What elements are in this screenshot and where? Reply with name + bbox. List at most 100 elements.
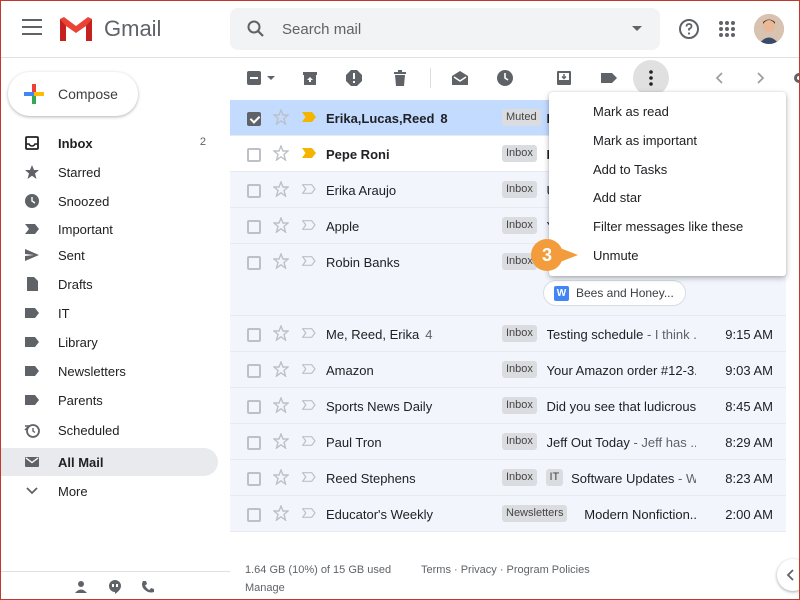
star-icon[interactable] bbox=[273, 109, 289, 125]
sender-name: Erika,Lucas,Reed 8 bbox=[326, 111, 448, 126]
label-chip[interactable]: Inbox bbox=[502, 145, 537, 162]
menu-item-mark-as-important[interactable]: Mark as important bbox=[549, 126, 786, 155]
sidebar-item-newsletters[interactable]: Newsletters bbox=[0, 357, 218, 385]
star-icon[interactable] bbox=[273, 145, 289, 161]
delete-icon[interactable] bbox=[391, 69, 409, 87]
star-icon[interactable] bbox=[273, 469, 289, 485]
phone-icon[interactable] bbox=[140, 579, 156, 595]
row-checkbox[interactable] bbox=[247, 256, 261, 270]
help-icon[interactable] bbox=[677, 17, 701, 41]
important-marker-icon[interactable] bbox=[302, 220, 316, 230]
email-row[interactable]: Educator's Weekly Newsletters Modern Nonfi… bbox=[230, 496, 786, 532]
sidebar-item-it[interactable]: IT bbox=[0, 299, 218, 327]
select-all-checkbox[interactable] bbox=[246, 69, 276, 87]
sidebar-item-important[interactable]: Important bbox=[0, 215, 218, 243]
settings-icon[interactable] bbox=[790, 69, 800, 87]
main-menu-icon[interactable] bbox=[22, 19, 42, 37]
label-as-icon[interactable] bbox=[600, 69, 618, 87]
side-panel-toggle[interactable] bbox=[777, 559, 800, 591]
important-marker-icon[interactable] bbox=[302, 328, 316, 338]
star-icon[interactable] bbox=[273, 361, 289, 377]
move-to-icon[interactable] bbox=[555, 69, 573, 87]
sidebar-item-all-mail[interactable]: All Mail bbox=[0, 448, 218, 476]
manage-storage-link[interactable]: Manage bbox=[245, 582, 285, 594]
row-checkbox[interactable] bbox=[247, 364, 261, 378]
row-checkbox[interactable] bbox=[247, 328, 261, 342]
star-icon[interactable] bbox=[273, 181, 289, 197]
label-chip[interactable]: Inbox bbox=[502, 361, 537, 378]
sidebar-item-snoozed[interactable]: Snoozed bbox=[0, 187, 218, 215]
apps-grid-icon[interactable] bbox=[715, 17, 739, 41]
menu-item-add-to-tasks[interactable]: Add to Tasks bbox=[549, 155, 786, 184]
next-page-icon[interactable] bbox=[751, 69, 769, 87]
label-chip[interactable]: Inbox bbox=[502, 181, 537, 198]
important-marker-icon[interactable] bbox=[302, 364, 316, 374]
important-marker-icon[interactable] bbox=[302, 184, 316, 194]
menu-item-filter-messages-like-these[interactable]: Filter messages like these bbox=[549, 212, 786, 241]
archive-icon[interactable] bbox=[301, 69, 319, 87]
star-icon[interactable] bbox=[273, 397, 289, 413]
snooze-icon[interactable] bbox=[496, 69, 514, 87]
search-input[interactable]: Search mail bbox=[282, 21, 361, 38]
more-options-menu: Mark as read Mark as important Add to Task… bbox=[549, 92, 786, 276]
more-options-button[interactable] bbox=[633, 60, 669, 96]
report-spam-icon[interactable] bbox=[345, 69, 363, 87]
row-checkbox[interactable] bbox=[247, 472, 261, 486]
menu-item-mark-as-read[interactable]: Mark as read bbox=[549, 97, 786, 126]
mark-read-icon[interactable] bbox=[451, 69, 469, 87]
label-chip[interactable]: Inbox bbox=[502, 397, 537, 414]
label-chip[interactable]: Inbox bbox=[502, 469, 537, 486]
row-checkbox[interactable] bbox=[247, 220, 261, 234]
compose-button[interactable]: Compose bbox=[8, 72, 138, 116]
sidebar-item-scheduled[interactable]: Scheduled bbox=[0, 416, 218, 444]
sidebar-item-library[interactable]: Library bbox=[0, 328, 218, 356]
important-marker-icon[interactable] bbox=[302, 112, 316, 122]
sidebar-item-drafts[interactable]: Drafts bbox=[0, 270, 218, 298]
sidebar-item-starred[interactable]: Starred bbox=[0, 158, 218, 186]
sidebar-item-more[interactable]: More bbox=[0, 477, 218, 505]
important-marker-icon[interactable] bbox=[302, 508, 316, 518]
row-checkbox[interactable] bbox=[247, 436, 261, 450]
sidebar-item-parents[interactable]: Parents bbox=[0, 386, 218, 414]
footer-links[interactable]: Terms · Privacy · Program Policies bbox=[421, 564, 590, 576]
menu-item-unmute[interactable]: Unmute bbox=[549, 241, 786, 270]
row-checkbox[interactable] bbox=[247, 400, 261, 414]
email-row[interactable]: Me, Reed, Erika 4 Inbox Testing schedule - … bbox=[230, 316, 786, 352]
sidebar-item-inbox[interactable]: Inbox 2 bbox=[0, 129, 218, 157]
row-checkbox[interactable] bbox=[247, 148, 261, 162]
hangouts-icon[interactable] bbox=[107, 579, 123, 595]
important-marker-icon[interactable] bbox=[302, 472, 316, 482]
label-chip[interactable]: Inbox bbox=[502, 325, 537, 342]
star-icon[interactable] bbox=[273, 217, 289, 233]
row-checkbox[interactable] bbox=[247, 112, 261, 126]
label-chip[interactable]: Muted bbox=[502, 109, 541, 126]
label-chip[interactable]: IT bbox=[545, 469, 564, 486]
important-marker-icon[interactable] bbox=[302, 436, 316, 446]
menu-item-add-star[interactable]: Add star bbox=[549, 183, 786, 212]
attachment-chip[interactable]: W Bees and Honey... bbox=[543, 280, 686, 306]
star-icon[interactable] bbox=[273, 505, 289, 521]
email-row[interactable]: Sports News Daily Inbox Did you see that l… bbox=[230, 388, 786, 424]
row-checkbox[interactable] bbox=[247, 184, 261, 198]
prev-page-icon[interactable] bbox=[711, 69, 729, 87]
email-row[interactable]: Reed Stephens Inbox IT Software Updates - W… bbox=[230, 460, 786, 496]
star-icon[interactable] bbox=[273, 325, 289, 341]
label-chip[interactable]: Inbox bbox=[502, 433, 537, 450]
search-icon[interactable] bbox=[246, 19, 266, 39]
star-icon[interactable] bbox=[273, 253, 289, 269]
important-marker-icon[interactable] bbox=[302, 400, 316, 410]
email-row[interactable]: Paul Tron Inbox Jeff Out Today - Jeff has … bbox=[230, 424, 786, 460]
search-options-icon[interactable] bbox=[632, 26, 642, 31]
sidebar-item-sent[interactable]: Sent bbox=[0, 241, 218, 269]
email-row[interactable]: Amazon Inbox Your Amazon order #12-3... 9:0… bbox=[230, 352, 786, 388]
contacts-icon[interactable] bbox=[73, 579, 89, 595]
label-chip[interactable]: Newsletters bbox=[502, 505, 568, 522]
star-icon[interactable] bbox=[273, 433, 289, 449]
important-marker-icon[interactable] bbox=[302, 148, 316, 158]
search-bar[interactable]: Search mail bbox=[230, 8, 660, 50]
account-avatar[interactable] bbox=[754, 14, 784, 44]
row-checkbox[interactable] bbox=[247, 508, 261, 522]
label-chip[interactable]: Inbox bbox=[502, 217, 537, 234]
sender-text: Educator's Weekly bbox=[326, 507, 434, 522]
important-marker-icon[interactable] bbox=[302, 256, 316, 266]
